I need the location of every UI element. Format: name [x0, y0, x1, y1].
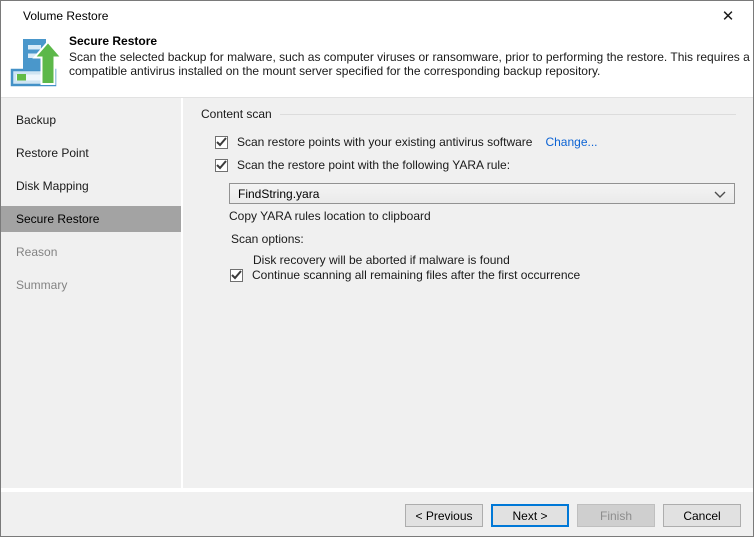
step-description-line2: compatible antivirus installed on the mo…: [69, 64, 601, 78]
next-button[interactable]: Next >: [491, 504, 569, 527]
checkmark-icon: [231, 270, 242, 280]
sidebar-item-restore-point[interactable]: Restore Point: [1, 140, 181, 166]
wizard-footer: < Previous Next > Finish Cancel: [1, 490, 753, 536]
copy-yara-location-link[interactable]: Copy YARA rules location to clipboard: [229, 209, 431, 223]
continue-scanning-label[interactable]: Continue scanning all remaining files af…: [252, 268, 580, 282]
step-title: Secure Restore: [69, 34, 158, 48]
sidebar-item-disk-mapping[interactable]: Disk Mapping: [1, 173, 181, 199]
content-scan-group-label: Content scan: [201, 107, 272, 121]
step-description: Scan the selected backup for malware, su…: [69, 50, 750, 78]
scan-options-label: Scan options:: [231, 232, 304, 246]
step-description-line1: Scan the selected backup for malware, su…: [69, 50, 750, 64]
yara-scan-checkbox[interactable]: [215, 158, 228, 172]
yara-rule-selected-value: FindString.yara: [238, 186, 320, 201]
antivirus-scan-checkbox[interactable]: [215, 135, 228, 149]
titlebar: Volume Restore ✕: [1, 1, 753, 31]
antivirus-scan-row: Scan restore points with your existing a…: [215, 135, 598, 149]
previous-button[interactable]: < Previous: [405, 504, 483, 527]
groupbox-rule: [279, 114, 736, 115]
wizard-steps-sidebar: Backup Restore Point Disk Mapping Secure…: [1, 98, 181, 488]
finish-button: Finish: [577, 504, 655, 527]
antivirus-scan-label[interactable]: Scan restore points with your existing a…: [237, 135, 532, 149]
continue-scanning-checkbox[interactable]: [230, 268, 243, 282]
abort-note-text: Disk recovery will be aborted if malware…: [253, 253, 510, 267]
wizard-body: Backup Restore Point Disk Mapping Secure…: [1, 97, 753, 488]
secure-restore-panel: Content scan Scan restore points with yo…: [183, 98, 753, 488]
yara-rule-select[interactable]: FindString.yara: [229, 183, 735, 204]
sidebar-item-secure-restore[interactable]: Secure Restore: [1, 206, 181, 232]
yara-scan-row: Scan the restore point with the followin…: [215, 158, 510, 172]
volume-restore-icon: [10, 39, 62, 87]
change-link[interactable]: Change...: [545, 135, 597, 149]
cancel-button[interactable]: Cancel: [663, 504, 741, 527]
window-title: Volume Restore: [23, 9, 109, 23]
checkmark-icon: [216, 160, 227, 170]
content-scan-group: Content scan: [201, 107, 736, 121]
volume-restore-dialog: Volume Restore ✕ Secure Restore Scan the…: [0, 0, 754, 537]
wizard-header: Secure Restore Scan the selected backup …: [1, 31, 753, 97]
chevron-down-icon: [714, 191, 726, 198]
checkmark-icon: [216, 137, 227, 147]
continue-scanning-row: Continue scanning all remaining files af…: [230, 268, 580, 282]
close-icon[interactable]: ✕: [711, 1, 745, 31]
sidebar-item-backup[interactable]: Backup: [1, 107, 181, 133]
sidebar-item-summary: Summary: [16, 278, 68, 292]
sidebar-item-reason: Reason: [16, 245, 58, 259]
yara-scan-label[interactable]: Scan the restore point with the followin…: [237, 158, 510, 172]
